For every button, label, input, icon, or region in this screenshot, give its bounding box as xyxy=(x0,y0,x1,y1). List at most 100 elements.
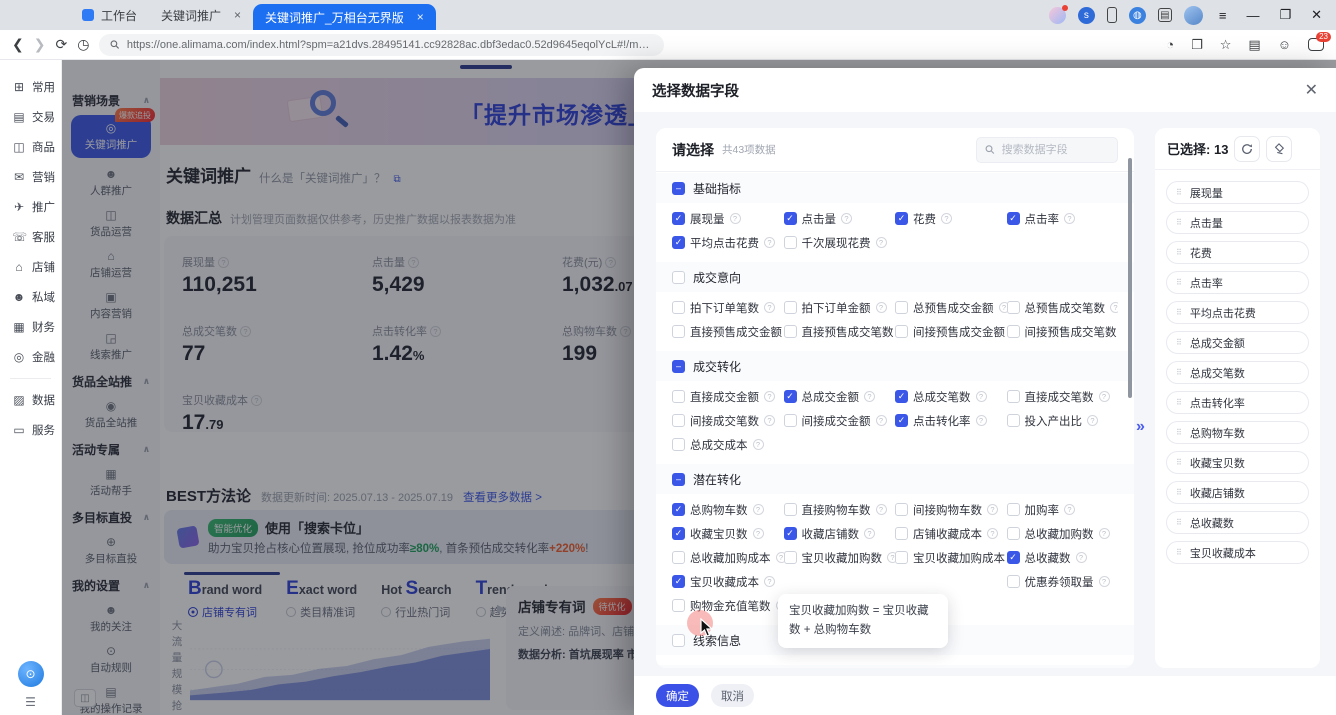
reload-icon[interactable]: ⟳ xyxy=(55,36,67,53)
field-千次展现花费[interactable]: 千次展现花费? xyxy=(784,231,896,254)
field-总成交金额[interactable]: ✓总成交金额? xyxy=(784,385,896,408)
field-拍下订单笔数[interactable]: 拍下订单笔数? xyxy=(672,296,784,319)
field-checkbox[interactable]: ✓ xyxy=(1007,212,1020,225)
drag-handle-icon[interactable]: ⠿ xyxy=(1176,458,1183,467)
field-checkbox[interactable] xyxy=(672,599,685,612)
group-checkbox[interactable]: – xyxy=(672,182,685,195)
field-直接预售成交金额[interactable]: 直接预售成交金额? xyxy=(672,320,784,343)
field-购物金充值笔数[interactable]: 购物金充值笔数? xyxy=(672,594,784,617)
extension-note-icon[interactable]: ▤ xyxy=(1158,8,1172,22)
browser-tab[interactable]: 关键词推广× xyxy=(149,0,253,30)
rail-item-交易[interactable]: ▤交易 xyxy=(0,102,61,132)
field-checkbox[interactable] xyxy=(784,503,797,516)
selected-field-总成交笔数[interactable]: ⠿总成交笔数 xyxy=(1166,361,1309,384)
bookmark-star-icon[interactable]: ☆ xyxy=(1220,37,1232,53)
field-总预售成交金额[interactable]: 总预售成交金额? xyxy=(895,296,1007,319)
field-checkbox[interactable]: ✓ xyxy=(895,390,908,403)
field-checkbox[interactable] xyxy=(895,301,908,314)
group-header-成交意向[interactable]: 成交意向 xyxy=(656,262,1134,292)
back-icon[interactable]: ❮ xyxy=(12,36,24,53)
group-header-潜在转化[interactable]: –潜在转化 xyxy=(656,464,1134,494)
field-checkbox[interactable] xyxy=(895,503,908,516)
field-展现量[interactable]: ✓展现量? xyxy=(672,207,784,230)
group-checkbox[interactable] xyxy=(672,634,685,647)
selected-field-总成交金额[interactable]: ⠿总成交金额 xyxy=(1166,331,1309,354)
field-间接成交笔数[interactable]: 间接成交笔数? xyxy=(672,409,784,432)
field-收藏店铺数[interactable]: ✓收藏店铺数? xyxy=(784,522,896,545)
selected-field-宝贝收藏成本[interactable]: ⠿宝贝收藏成本 xyxy=(1166,541,1309,564)
drag-handle-icon[interactable]: ⠿ xyxy=(1176,488,1183,497)
url-bar[interactable]: https://one.alimama.com/index.html?spm=a… xyxy=(99,34,664,56)
selected-field-收藏店铺数[interactable]: ⠿收藏店铺数 xyxy=(1166,481,1309,504)
rail-item-数据[interactable]: ▨数据 xyxy=(0,385,61,415)
field-checkbox[interactable] xyxy=(784,414,797,427)
field-收藏宝贝数[interactable]: ✓收藏宝贝数? xyxy=(672,522,784,545)
field-checkbox[interactable] xyxy=(1007,527,1020,540)
group-header-基础指标[interactable]: –基础指标 xyxy=(656,173,1134,203)
speed-icon[interactable]: ◔ xyxy=(1166,37,1174,52)
group-header-成交转化[interactable]: –成交转化 xyxy=(656,351,1134,381)
field-点击量[interactable]: ✓点击量? xyxy=(784,207,896,230)
extension-circle-icon[interactable]: ◍ xyxy=(1129,7,1146,24)
chat-icon[interactable]: 23 xyxy=(1308,38,1324,51)
field-checkbox[interactable]: ✓ xyxy=(784,527,797,540)
drag-handle-icon[interactable]: ⠿ xyxy=(1176,368,1183,377)
drag-handle-icon[interactable]: ⠿ xyxy=(1176,278,1183,287)
field-总收藏加购成本[interactable]: 总收藏加购成本? xyxy=(672,546,784,569)
group-checkbox[interactable]: – xyxy=(672,473,685,486)
field-checkbox[interactable]: ✓ xyxy=(672,212,685,225)
field-checkbox[interactable]: ✓ xyxy=(672,575,685,588)
reset-selected-button[interactable] xyxy=(1234,136,1260,162)
field-checkbox[interactable] xyxy=(1007,503,1020,516)
reading-list-icon[interactable]: ▤ xyxy=(1248,37,1260,53)
field-直接成交笔数[interactable]: 直接成交笔数? xyxy=(1007,385,1119,408)
rail-item-营销[interactable]: ✉营销 xyxy=(0,162,61,192)
group-checkbox[interactable]: – xyxy=(672,360,685,373)
cancel-button[interactable]: 取消 xyxy=(711,684,754,707)
field-平均点击花费[interactable]: ✓平均点击花费? xyxy=(672,231,784,254)
field-checkbox[interactable] xyxy=(784,551,797,564)
selected-field-点击转化率[interactable]: ⠿点击转化率 xyxy=(1166,391,1309,414)
rail-item-服务[interactable]: ▭服务 xyxy=(0,415,61,445)
browser-tab[interactable]: 工作台 xyxy=(70,0,149,30)
field-间接成交金额[interactable]: 间接成交金额? xyxy=(784,409,896,432)
window-minimize-button[interactable]: — xyxy=(1242,8,1263,23)
field-checkbox[interactable] xyxy=(1007,414,1020,427)
scrollbar-thumb[interactable] xyxy=(1128,158,1132,398)
selected-field-平均点击花费[interactable]: ⠿平均点击花费 xyxy=(1166,301,1309,324)
rail-item-金融[interactable]: ◎金融 xyxy=(0,342,61,372)
field-宝贝收藏成本[interactable]: ✓宝贝收藏成本? xyxy=(672,570,784,593)
browser-tab[interactable]: 关键词推广_万相台无界版× xyxy=(253,4,436,30)
field-checkbox[interactable]: ✓ xyxy=(672,236,685,249)
field-间接预售成交金额[interactable]: 间接预售成交金额? xyxy=(895,320,1007,343)
field-直接预售成交笔数[interactable]: 直接预售成交笔数? xyxy=(784,320,896,343)
selected-field-点击量[interactable]: ⠿点击量 xyxy=(1166,211,1309,234)
field-checkbox[interactable] xyxy=(672,414,685,427)
field-间接购物车数[interactable]: 间接购物车数? xyxy=(895,498,1007,521)
field-checkbox[interactable]: ✓ xyxy=(784,212,797,225)
modal-close-icon[interactable]: ✕ xyxy=(1305,80,1318,100)
field-checkbox[interactable]: ✓ xyxy=(895,414,908,427)
field-checkbox[interactable]: ✓ xyxy=(672,527,685,540)
drag-handle-icon[interactable]: ⠿ xyxy=(1176,428,1183,437)
extension-bolt-icon[interactable]: s xyxy=(1078,7,1095,24)
selected-field-总购物车数[interactable]: ⠿总购物车数 xyxy=(1166,421,1309,444)
field-checkbox[interactable] xyxy=(895,527,908,540)
rail-item-客服[interactable]: ☏客服 xyxy=(0,222,61,252)
drag-handle-icon[interactable]: ⠿ xyxy=(1176,518,1183,527)
field-checkbox[interactable] xyxy=(895,551,908,564)
selected-field-点击率[interactable]: ⠿点击率 xyxy=(1166,271,1309,294)
mood-icon[interactable]: ☺ xyxy=(1278,37,1291,52)
field-checkbox[interactable] xyxy=(784,236,797,249)
field-checkbox[interactable]: ✓ xyxy=(784,390,797,403)
extension-sparkle-icon[interactable] xyxy=(1049,7,1066,24)
field-总预售成交笔数[interactable]: 总预售成交笔数? xyxy=(1007,296,1119,319)
field-店铺收藏成本[interactable]: 店铺收藏成本? xyxy=(895,522,1007,545)
field-直接成交金额[interactable]: 直接成交金额? xyxy=(672,385,784,408)
tab-close-icon[interactable]: × xyxy=(417,10,424,24)
drag-handle-icon[interactable]: ⠿ xyxy=(1176,398,1183,407)
field-checkbox[interactable] xyxy=(672,301,685,314)
selected-field-总收藏数[interactable]: ⠿总收藏数 xyxy=(1166,511,1309,534)
field-search-input[interactable] xyxy=(1000,143,1109,157)
history-icon[interactable]: ◷ xyxy=(77,36,89,53)
